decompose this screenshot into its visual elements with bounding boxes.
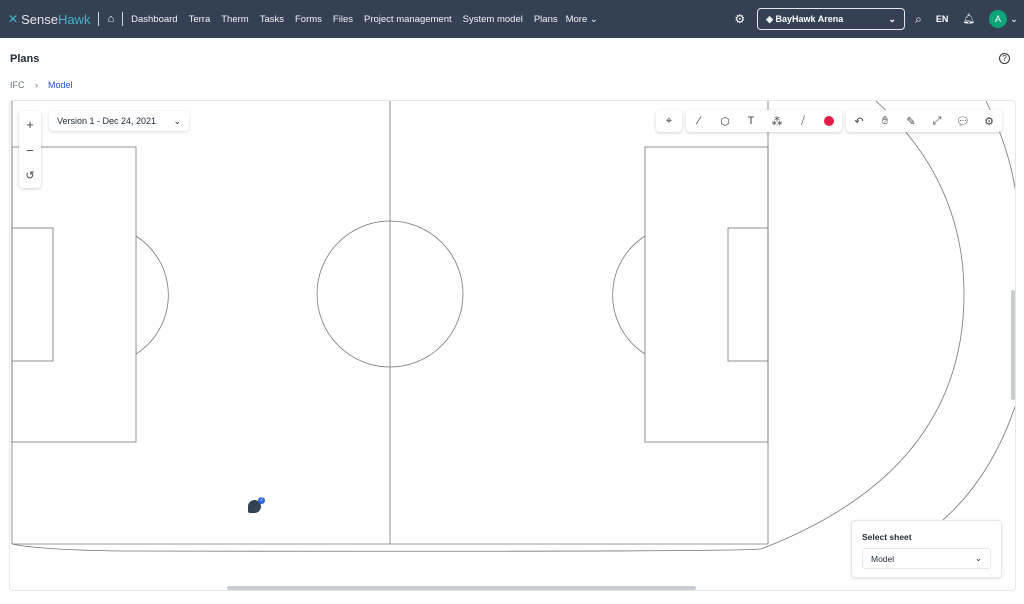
magic-wand-icon[interactable]: ⁂ xyxy=(764,110,790,132)
ruler-icon[interactable]: ⧸ xyxy=(790,110,816,132)
settings-icon[interactable]: ⚙ xyxy=(734,12,745,26)
avatar[interactable]: A xyxy=(989,10,1008,28)
logo-icon: ✕ xyxy=(8,12,19,26)
nav-more[interactable]: More ⌄ xyxy=(566,14,598,25)
settings-icon[interactable]: ⚙ xyxy=(976,110,1002,132)
page-title: Plans xyxy=(10,53,40,65)
chevron-down-icon[interactable]: ⌄ xyxy=(1010,14,1018,25)
plan-viewer[interactable] xyxy=(9,100,1016,591)
hand-icon[interactable]: ✋︎ xyxy=(872,110,898,132)
chevron-down-icon: ⌄ xyxy=(173,115,181,126)
search-icon[interactable]: ⌕ xyxy=(915,12,922,27)
sheet-label: Select sheet xyxy=(862,532,912,542)
annotation-marker[interactable]: 2 xyxy=(248,497,265,513)
divider xyxy=(122,12,124,26)
layers-icon: ◈ xyxy=(766,13,773,24)
logo[interactable]: ✕ Sense Hawk xyxy=(8,12,90,27)
line-icon[interactable]: ⁄ xyxy=(686,110,712,132)
chevron-down-icon: ⌄ xyxy=(974,553,982,563)
zoom-out-icon[interactable]: − xyxy=(26,143,34,158)
nav-project-management[interactable]: Project management xyxy=(364,14,452,25)
help-icon[interactable]: ? xyxy=(999,53,1010,64)
project-selector[interactable]: ◈ BayHawk Arena ⌄ xyxy=(757,8,906,30)
text-icon[interactable]: T xyxy=(738,110,764,132)
top-nav: ✕ Sense Hawk ⌂ Dashboard Terra Therm Tasks… xyxy=(0,0,1024,38)
toolbar-draw: ⁄ ⬡ T ⁂ ⧸ xyxy=(686,110,842,132)
chevron-right-icon: › xyxy=(35,80,39,90)
breadcrumb-ifc[interactable]: IFC xyxy=(10,80,25,90)
sheet-dropdown[interactable]: Model ⌄ xyxy=(862,548,991,569)
nav-dashboard[interactable]: Dashboard xyxy=(131,14,177,25)
undo-icon[interactable]: ↶ xyxy=(846,110,872,132)
comment-icon[interactable]: 💬︎ xyxy=(950,110,976,132)
version-selector[interactable]: Version 1 - Dec 24, 2021 ⌄ xyxy=(49,111,189,131)
breadcrumb: IFC › Model xyxy=(10,80,73,90)
zoom-controls: + − ↺ xyxy=(19,111,41,188)
color-swatch[interactable] xyxy=(816,110,842,132)
nav-forms[interactable]: Forms xyxy=(295,14,322,25)
reset-view-icon[interactable]: ↺ xyxy=(25,169,34,182)
polygon-icon[interactable]: ⬡ xyxy=(712,110,738,132)
horizontal-scrollbar[interactable] xyxy=(227,586,696,590)
pencil-icon[interactable]: ✎ xyxy=(898,110,924,132)
toolbar-actions: ↶ ✋︎ ✎ ⤢ 💬︎ ⚙ xyxy=(846,110,1002,132)
expand-icon[interactable]: ⤢ xyxy=(924,110,950,132)
nav-system-model[interactable]: System model xyxy=(463,14,523,25)
annotation-count-badge: 2 xyxy=(258,497,265,504)
location-pin-icon[interactable]: ⌖ xyxy=(656,110,682,132)
divider xyxy=(98,12,100,26)
language-button[interactable]: EN xyxy=(936,14,949,24)
nav-tasks[interactable]: Tasks xyxy=(260,14,284,25)
chevron-down-icon: ⌄ xyxy=(589,13,598,25)
toolbar-location: ⌖ xyxy=(656,110,682,132)
chevron-down-icon: ⌄ xyxy=(888,13,897,24)
field-drawing xyxy=(11,101,1015,552)
nav-files[interactable]: Files xyxy=(333,14,353,25)
nav-terra[interactable]: Terra xyxy=(189,14,211,25)
nav-therm[interactable]: Therm xyxy=(221,14,248,25)
zoom-in-icon[interactable]: + xyxy=(26,117,34,132)
vertical-scrollbar[interactable] xyxy=(1011,290,1015,400)
nav-plans[interactable]: Plans xyxy=(534,14,558,25)
sheet-selector-panel: Select sheet Model ⌄ xyxy=(851,520,1002,578)
breadcrumb-model[interactable]: Model xyxy=(48,80,73,90)
bell-icon[interactable]: 🔔︎ xyxy=(962,14,975,25)
home-icon[interactable]: ⌂ xyxy=(107,13,114,25)
